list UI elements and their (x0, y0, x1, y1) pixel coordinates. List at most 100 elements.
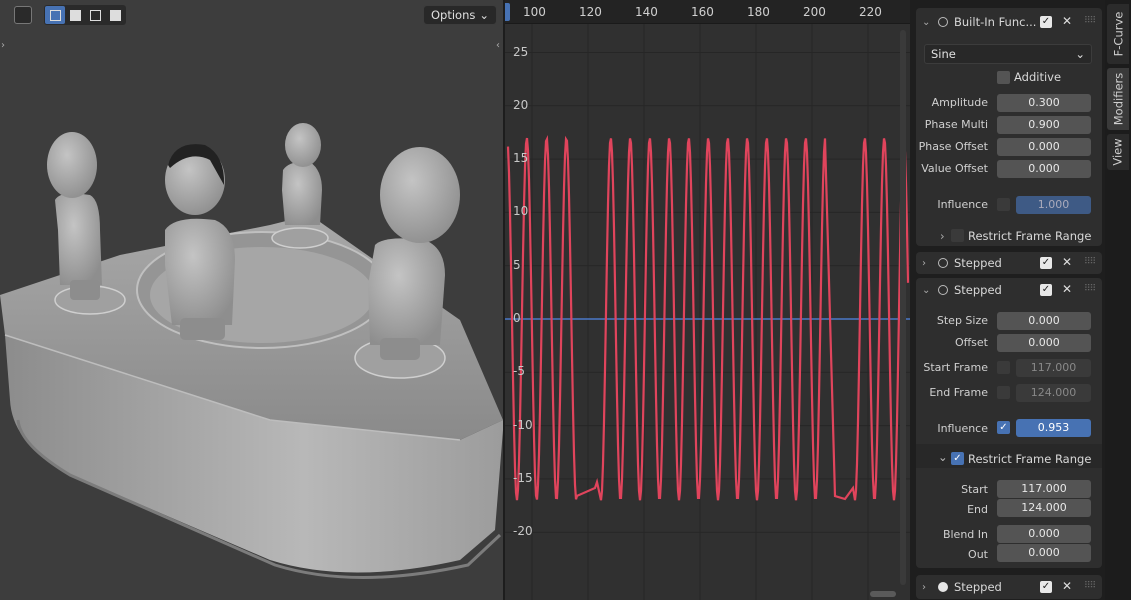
stepped-enable-checkbox-2[interactable]: ✓ (1040, 284, 1052, 296)
drag-handle-icon[interactable]: ⠿⠿ (1084, 581, 1096, 591)
amplitude-field[interactable]: 0.300 (997, 94, 1091, 112)
influence-field[interactable]: 1.000 (1016, 196, 1091, 214)
tab-view[interactable]: View (1107, 134, 1129, 170)
horizontal-scrollbar[interactable] (870, 591, 896, 597)
vertical-scrollbar[interactable] (900, 30, 906, 585)
end-frame-field[interactable]: 124.000 (1016, 384, 1091, 402)
toolbar-expand-icon[interactable]: › (1, 40, 5, 51)
drag-handle-icon[interactable]: ⠿⠿ (1084, 16, 1096, 26)
tab-f-curve-label: F-Curve (1111, 11, 1126, 57)
function-type-select[interactable]: Sine ⌄ (924, 44, 1092, 64)
graph-canvas[interactable] (505, 0, 910, 600)
phase-offset-field[interactable]: 0.000 (997, 138, 1091, 156)
stepped-header-2[interactable]: ⌄ Stepped (916, 278, 1102, 302)
ruler-label: 200 (803, 5, 826, 19)
amplitude-label: Amplitude (931, 96, 988, 109)
chevron-down-icon[interactable]: ⌄ (922, 285, 934, 296)
select-invert-icon[interactable] (105, 6, 125, 24)
influence-checkbox[interactable] (997, 198, 1010, 211)
chevron-right-icon[interactable]: › (922, 258, 934, 269)
restrict-range-checkbox[interactable] (951, 229, 964, 242)
phase-multi-label: Phase Multi (924, 118, 988, 131)
stepped-panel-2: ⌄ Stepped ✓ ✕ ⠿⠿ Step Size 0.000 Offset … (916, 278, 1102, 568)
y-axis-label: 20 (513, 97, 529, 112)
influence-label: Influence (937, 422, 988, 435)
restrict-range-label: Restrict Frame Range (968, 452, 1092, 466)
step-size-field[interactable]: 0.000 (997, 312, 1091, 330)
stepped-title-3: Stepped (954, 580, 1002, 594)
sidebar-tabs: F-Curve Modifiers View (1105, 0, 1131, 600)
stepped-panel-3: › Stepped ✓ ✕ ⠿⠿ (916, 575, 1102, 599)
select-subtract-icon[interactable] (85, 6, 105, 24)
blend-in-field[interactable]: 0.000 (997, 525, 1091, 543)
tab-modifiers[interactable]: Modifiers (1107, 68, 1129, 130)
end-frame-checkbox[interactable] (997, 386, 1010, 399)
function-type-value: Sine (931, 47, 956, 61)
restrict-range-checkbox[interactable]: ✓ (951, 452, 964, 465)
blend-in-label: Blend In (942, 528, 988, 541)
step-size-label: Step Size (936, 314, 988, 327)
modifier-radio-active-icon[interactable] (938, 582, 948, 592)
current-frame-indicator[interactable] (505, 3, 510, 21)
phase-offset-label: Phase Offset (918, 140, 988, 153)
stepped-header-1[interactable]: › Stepped (916, 251, 1102, 275)
influence-field[interactable]: 0.953 (1016, 419, 1091, 437)
builtin-function-panel: ⌄ Built-In Func... ✓ ✕ ⠿⠿ Sine ⌄ Additiv… (916, 8, 1102, 246)
influence-checkbox[interactable]: ✓ (997, 421, 1010, 434)
end-label: End (967, 503, 988, 516)
chevron-right-icon[interactable]: › (940, 229, 945, 243)
offset-field[interactable]: 0.000 (997, 334, 1091, 352)
tab-f-curve[interactable]: F-Curve (1107, 4, 1129, 64)
3d-viewport[interactable]: Options ⌄ › ‹ (0, 0, 503, 600)
chevron-right-icon[interactable]: › (922, 582, 934, 593)
start-field[interactable]: 117.000 (997, 480, 1091, 498)
ruler-label: 140 (635, 5, 658, 19)
chevron-down-icon[interactable]: ⌄ (938, 450, 948, 464)
ruler-label: 120 (579, 5, 602, 19)
select-tool-icon[interactable] (14, 6, 32, 24)
sidebar-expand-icon[interactable]: ‹ (496, 40, 500, 51)
drag-handle-icon[interactable]: ⠿⠿ (1084, 257, 1096, 267)
frame-ruler[interactable]: 100 120 140 160 180 200 220 (505, 0, 910, 24)
close-icon[interactable]: ✕ (1062, 14, 1072, 28)
value-offset-field[interactable]: 0.000 (997, 160, 1091, 178)
ruler-label: 180 (747, 5, 770, 19)
y-axis-label: -15 (513, 470, 533, 485)
chevron-down-icon[interactable]: ⌄ (922, 17, 934, 28)
stepped-header-3[interactable]: › Stepped (916, 575, 1102, 599)
out-field[interactable]: 0.000 (997, 544, 1091, 562)
end-field[interactable]: 124.000 (997, 499, 1091, 517)
close-icon[interactable]: ✕ (1062, 255, 1072, 269)
value-offset-label: Value Offset (921, 162, 988, 175)
modifier-radio-icon[interactable] (938, 17, 948, 27)
builtin-enable-checkbox[interactable]: ✓ (1040, 16, 1052, 28)
options-button[interactable]: Options ⌄ (422, 5, 497, 25)
influence-label: Influence (937, 198, 988, 211)
additive-checkbox[interactable] (997, 71, 1010, 84)
out-label: Out (968, 548, 988, 561)
graph-editor[interactable]: 100 120 140 160 180 200 220 25 20 15 10 5 0 -5 -10 -15… (505, 0, 910, 600)
builtin-function-header[interactable]: ⌄ Built-In Func... (916, 10, 1102, 34)
close-icon[interactable]: ✕ (1062, 579, 1072, 593)
modifier-radio-icon[interactable] (938, 258, 948, 268)
end-frame-label: End Frame (929, 386, 988, 399)
modifier-radio-icon[interactable] (938, 285, 948, 295)
close-icon[interactable]: ✕ (1062, 282, 1072, 296)
start-frame-checkbox[interactable] (997, 361, 1010, 374)
ruler-label: 100 (523, 5, 546, 19)
stepped-enable-checkbox-1[interactable]: ✓ (1040, 257, 1052, 269)
stepped-title-1: Stepped (954, 256, 1002, 270)
drag-handle-icon[interactable]: ⠿⠿ (1084, 284, 1096, 294)
selection-mode-group (44, 5, 126, 25)
phase-multi-field[interactable]: 0.900 (997, 116, 1091, 134)
y-axis-label: -20 (513, 524, 533, 539)
modifiers-sidebar: ⌄ Built-In Func... ✓ ✕ ⠿⠿ Sine ⌄ Additiv… (910, 0, 1105, 600)
ruler-label: 220 (859, 5, 882, 19)
tab-modifiers-label: Modifiers (1111, 72, 1125, 126)
select-new-icon[interactable] (45, 6, 65, 24)
stepped-panel-1: › Stepped ✓ ✕ ⠿⠿ (916, 252, 1102, 274)
stepped-enable-checkbox-3[interactable]: ✓ (1040, 581, 1052, 593)
select-extend-icon[interactable] (65, 6, 85, 24)
start-frame-field[interactable]: 117.000 (1016, 359, 1091, 377)
y-axis-label: 5 (513, 257, 521, 272)
